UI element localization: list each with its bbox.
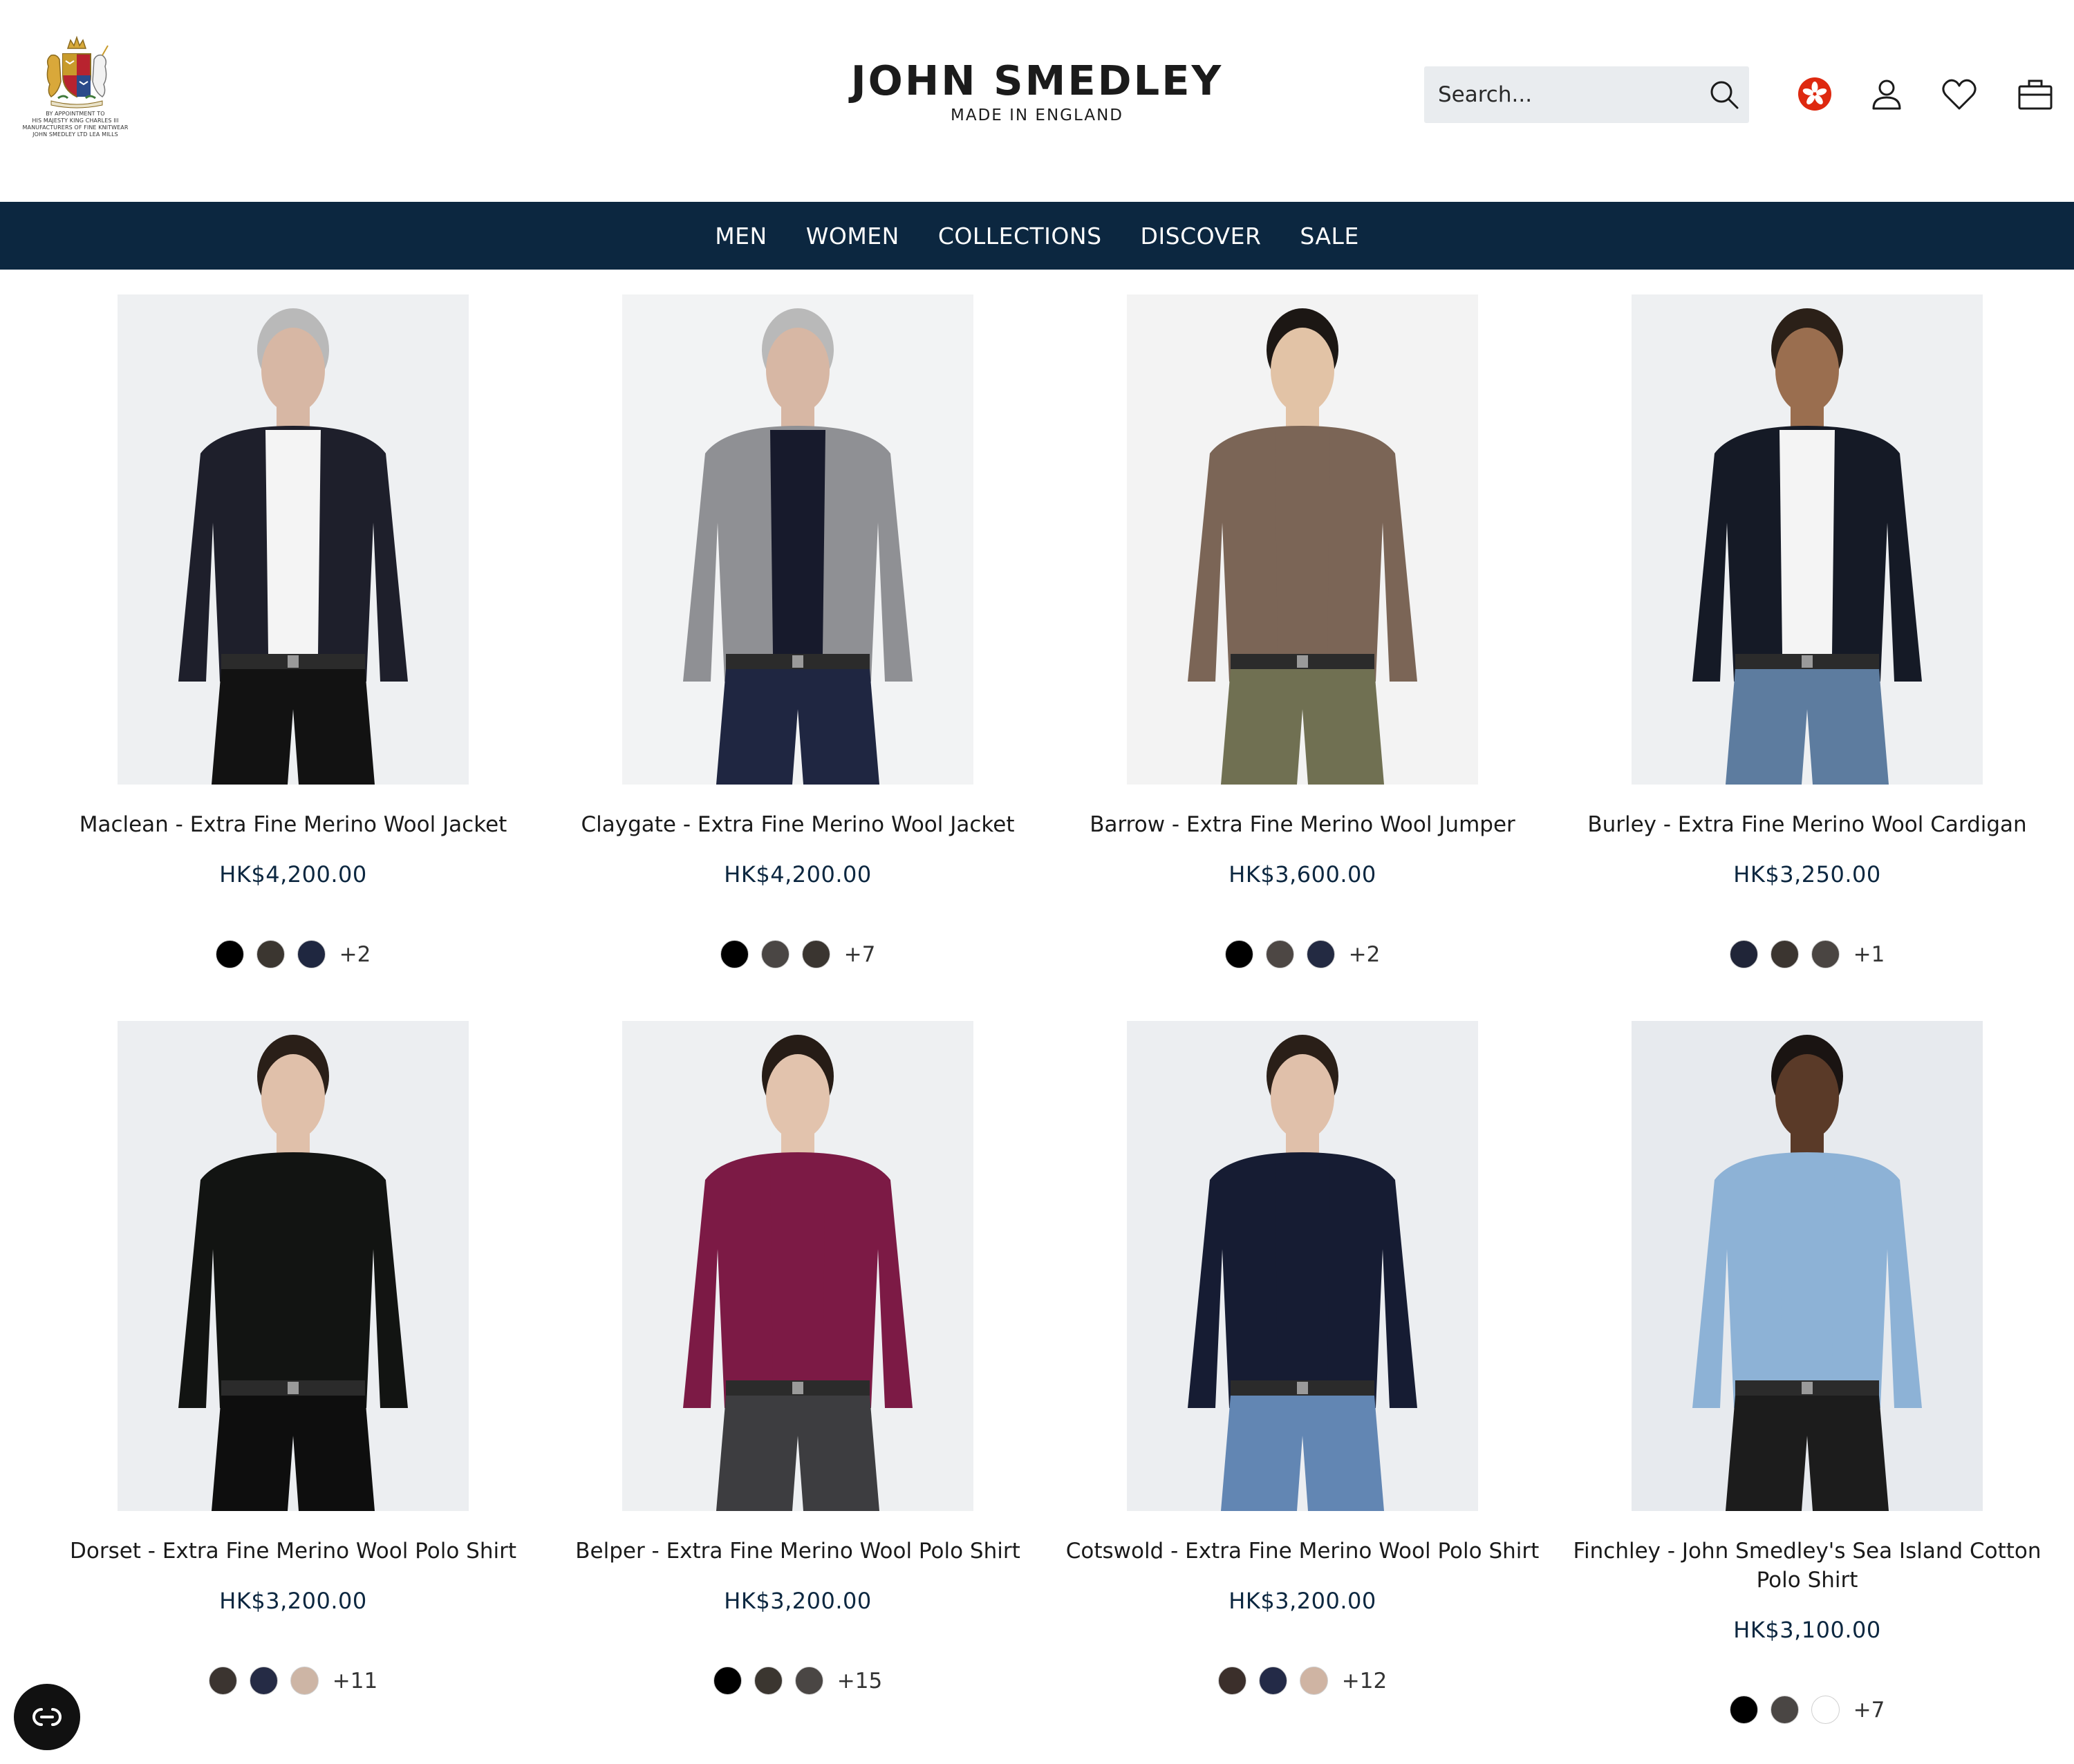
color-swatches: +7 bbox=[1552, 1696, 2062, 1724]
product-title[interactable]: Dorset - Extra Fine Merino Wool Polo Shi… bbox=[38, 1537, 548, 1566]
color-swatch[interactable] bbox=[760, 940, 790, 968]
color-swatch[interactable] bbox=[720, 940, 749, 968]
product-price: HK$4,200.00 bbox=[724, 861, 872, 888]
color-swatches: +12 bbox=[1047, 1667, 1558, 1695]
accessibility-toggle-icon bbox=[32, 1708, 62, 1726]
user-icon[interactable] bbox=[1865, 72, 1909, 116]
product-title[interactable]: Burley - Extra Fine Merino Wool Cardigan bbox=[1552, 810, 2062, 839]
color-swatch[interactable] bbox=[1265, 940, 1294, 968]
product-title[interactable]: Belper - Extra Fine Merino Wool Polo Shi… bbox=[543, 1537, 1053, 1566]
product-title[interactable]: Finchley - John Smedley's Sea Island Cot… bbox=[1552, 1537, 2062, 1595]
nav-item-sale[interactable]: SALE bbox=[1300, 223, 1358, 250]
product-price: HK$3,200.00 bbox=[1228, 1588, 1376, 1614]
model-photo bbox=[1127, 294, 1478, 785]
product-price: HK$3,200.00 bbox=[724, 1588, 872, 1614]
model-photo bbox=[1127, 1021, 1478, 1511]
product-image[interactable] bbox=[1632, 1021, 1983, 1511]
more-colors-count[interactable]: +2 bbox=[1349, 942, 1381, 967]
color-swatch[interactable] bbox=[1224, 940, 1253, 968]
color-swatch[interactable] bbox=[713, 1667, 742, 1695]
color-swatch[interactable] bbox=[215, 940, 244, 968]
color-swatches: +2 bbox=[38, 940, 548, 968]
color-swatch[interactable] bbox=[1306, 940, 1335, 968]
product-image[interactable] bbox=[118, 294, 469, 785]
product-image[interactable] bbox=[1127, 294, 1478, 785]
more-colors-count[interactable]: +2 bbox=[339, 942, 371, 967]
more-colors-count[interactable]: +1 bbox=[1853, 942, 1885, 967]
product-image[interactable] bbox=[622, 294, 973, 785]
model-photo bbox=[118, 294, 469, 785]
warrant-line: JOHN SMEDLEY LTD LEA MILLS bbox=[32, 131, 118, 138]
color-swatches: +1 bbox=[1552, 940, 2062, 968]
search-icon[interactable] bbox=[1708, 74, 1740, 115]
color-swatch[interactable] bbox=[1770, 940, 1799, 968]
warrant-line: HIS MAJESTY KING CHARLES III bbox=[32, 118, 119, 124]
product-price: HK$3,200.00 bbox=[219, 1588, 367, 1614]
product-title[interactable]: Barrow - Extra Fine Merino Wool Jumper bbox=[1047, 810, 1558, 839]
brand-logo-link[interactable]: JOHN SMEDLEY MADE IN ENGLAND bbox=[830, 57, 1244, 124]
color-swatch[interactable] bbox=[208, 1667, 237, 1695]
color-swatch[interactable] bbox=[794, 1667, 823, 1695]
model-photo bbox=[118, 1021, 469, 1511]
color-swatch[interactable] bbox=[290, 1667, 319, 1695]
product-price: HK$4,200.00 bbox=[219, 861, 367, 888]
color-swatch[interactable] bbox=[801, 940, 830, 968]
brand-tagline: MADE IN ENGLAND bbox=[951, 106, 1123, 124]
heart-icon[interactable] bbox=[1937, 72, 1981, 116]
product-price: HK$3,250.00 bbox=[1733, 861, 1881, 888]
color-swatch[interactable] bbox=[754, 1667, 783, 1695]
product-image[interactable] bbox=[1127, 1021, 1478, 1511]
model-photo bbox=[1632, 1021, 1983, 1511]
more-colors-count[interactable]: +11 bbox=[333, 1669, 377, 1693]
accessibility-button[interactable] bbox=[14, 1684, 80, 1750]
color-swatch[interactable] bbox=[1729, 1696, 1758, 1724]
model-photo bbox=[1632, 294, 1983, 785]
royal-warrant-text: BY APPOINTMENT TO HIS MAJESTY KING CHARL… bbox=[17, 111, 134, 138]
color-swatch[interactable] bbox=[1811, 1696, 1840, 1724]
search-input[interactable] bbox=[1438, 74, 1708, 115]
product-price: HK$3,600.00 bbox=[1228, 861, 1376, 888]
bag-icon[interactable] bbox=[2013, 72, 2057, 116]
product-price: HK$3,100.00 bbox=[1733, 1617, 1881, 1643]
royal-crest-icon bbox=[46, 35, 109, 109]
product-image[interactable] bbox=[622, 1021, 973, 1511]
color-swatches: +11 bbox=[38, 1667, 548, 1695]
model-photo bbox=[622, 1021, 973, 1511]
color-swatch[interactable] bbox=[1770, 1696, 1799, 1724]
product-title[interactable]: Maclean - Extra Fine Merino Wool Jacket bbox=[38, 810, 548, 839]
color-swatch[interactable] bbox=[1258, 1667, 1287, 1695]
product-title[interactable]: Claygate - Extra Fine Merino Wool Jacket bbox=[543, 810, 1053, 839]
more-colors-count[interactable]: +15 bbox=[837, 1669, 882, 1693]
product-title[interactable]: Cotswold - Extra Fine Merino Wool Polo S… bbox=[1047, 1537, 1558, 1566]
royal-warrant: BY APPOINTMENT TO HIS MAJESTY KING CHARL… bbox=[17, 33, 134, 147]
hong-kong-flag-icon[interactable] bbox=[1793, 72, 1837, 116]
nav-item-women[interactable]: WOMEN bbox=[806, 223, 899, 250]
color-swatch[interactable] bbox=[256, 940, 285, 968]
warrant-line: BY APPOINTMENT TO bbox=[46, 111, 105, 117]
main-navigation: MEN WOMEN COLLECTIONS DISCOVER SALE bbox=[0, 202, 2074, 270]
brand-name: JOHN SMEDLEY bbox=[850, 57, 1224, 104]
more-colors-count[interactable]: +7 bbox=[844, 942, 876, 967]
color-swatch[interactable] bbox=[1729, 940, 1758, 968]
nav-item-collections[interactable]: COLLECTIONS bbox=[938, 223, 1102, 250]
model-photo bbox=[622, 294, 973, 785]
nav-item-discover[interactable]: DISCOVER bbox=[1141, 223, 1262, 250]
product-image[interactable] bbox=[1632, 294, 1983, 785]
color-swatch[interactable] bbox=[249, 1667, 278, 1695]
color-swatch[interactable] bbox=[297, 940, 326, 968]
site-header: BY APPOINTMENT TO HIS MAJESTY KING CHARL… bbox=[0, 0, 2074, 202]
color-swatches: +2 bbox=[1047, 940, 1558, 968]
color-swatch[interactable] bbox=[1217, 1667, 1246, 1695]
color-swatches: +7 bbox=[543, 940, 1053, 968]
color-swatch[interactable] bbox=[1299, 1667, 1328, 1695]
more-colors-count[interactable]: +7 bbox=[1853, 1698, 1885, 1723]
nav-item-men[interactable]: MEN bbox=[715, 223, 767, 250]
product-image[interactable] bbox=[118, 1021, 469, 1511]
more-colors-count[interactable]: +12 bbox=[1342, 1669, 1387, 1693]
search-bar bbox=[1424, 66, 1749, 123]
color-swatch[interactable] bbox=[1811, 940, 1840, 968]
color-swatches: +15 bbox=[543, 1667, 1053, 1695]
warrant-line: MANUFACTURERS OF FINE KNITWEAR bbox=[22, 124, 129, 131]
